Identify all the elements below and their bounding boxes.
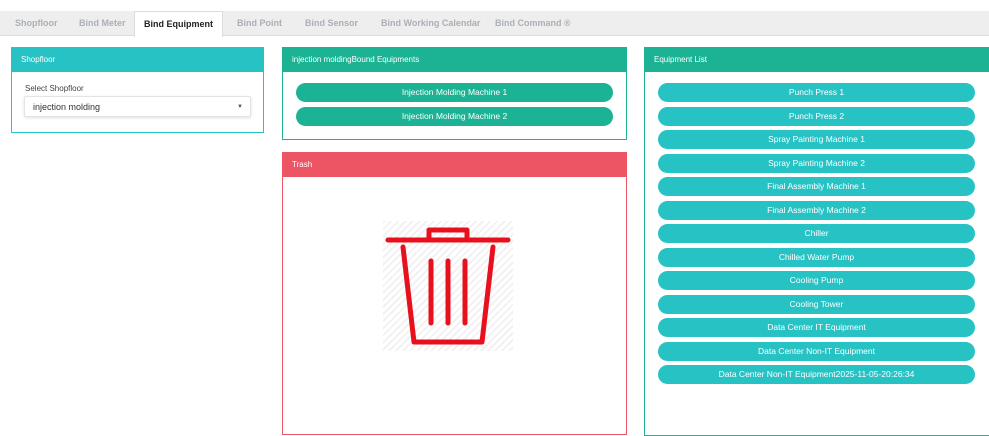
bound-equipment-item[interactable]: Injection Molding Machine 1 — [296, 83, 613, 102]
tab-shopfloor[interactable]: Shopfloor — [15, 11, 58, 35]
tab-bind-sensor[interactable]: Bind Sensor — [305, 11, 358, 35]
equipment-list-item[interactable]: Chilled Water Pump — [658, 247, 975, 267]
equipment-list-item[interactable]: Chiller — [658, 224, 975, 243]
bound-equipments-panel: injection moldingBound Equipments Inject… — [282, 47, 627, 140]
trash-drop-zone[interactable] — [383, 221, 513, 351]
trash-panel-title: Trash — [283, 153, 626, 177]
shopfloor-select[interactable]: injection molding ▼ — [24, 96, 251, 117]
shopfloor-select-value: injection molding — [33, 102, 101, 112]
caret-down-icon: ▼ — [237, 104, 243, 110]
tab-bind-meter[interactable]: Bind Meter — [79, 11, 126, 35]
trash-panel: Trash — [282, 152, 627, 435]
tab-bind-equipment[interactable]: Bind Equipment — [134, 11, 223, 37]
equipment-list-item[interactable]: Spray Painting Machine 2 — [658, 153, 975, 173]
equipment-list-item[interactable]: Final Assembly Machine 1 — [658, 177, 975, 196]
bound-equipments-panel-title: injection moldingBound Equipments — [283, 48, 626, 72]
tab-bind-working-calendar[interactable]: Bind Working Calendar — [381, 11, 480, 35]
trash-icon — [385, 227, 511, 345]
tab-bind-point[interactable]: Bind Point — [237, 11, 282, 35]
tab-bar: Shopfloor Bind Meter Bind Equipment Bind… — [0, 11, 989, 37]
bound-equipment-item[interactable]: Injection Molding Machine 2 — [296, 106, 613, 126]
select-shopfloor-label: Select Shopfloor — [25, 84, 84, 93]
equipment-list-item[interactable]: Punch Press 2 — [658, 106, 975, 126]
equipment-list-item[interactable]: Spray Painting Machine 1 — [658, 130, 975, 149]
shopfloor-panel-title: Shopfloor — [12, 48, 263, 72]
equipment-list-item[interactable]: Final Assembly Machine 2 — [658, 200, 975, 220]
equipment-list-item[interactable]: Cooling Tower — [658, 294, 975, 314]
equipment-list-item[interactable]: Punch Press 1 — [658, 83, 975, 102]
equipment-list-item[interactable]: Data Center Non-IT Equipment — [658, 341, 975, 361]
equipment-list-panel: Equipment List Punch Press 1 Punch Press … — [644, 47, 989, 436]
equipment-list-panel-title: Equipment List — [645, 48, 989, 72]
equipment-list-item[interactable]: Data Center IT Equipment — [658, 318, 975, 337]
equipment-list-item[interactable]: Cooling Pump — [658, 271, 975, 290]
equipment-list-item[interactable]: Data Center Non-IT Equipment2025-11-05-2… — [658, 365, 975, 384]
tab-bind-command[interactable]: Bind Command ® — [495, 11, 571, 35]
shopfloor-panel: Shopfloor Select Shopfloor injection mol… — [11, 47, 264, 133]
